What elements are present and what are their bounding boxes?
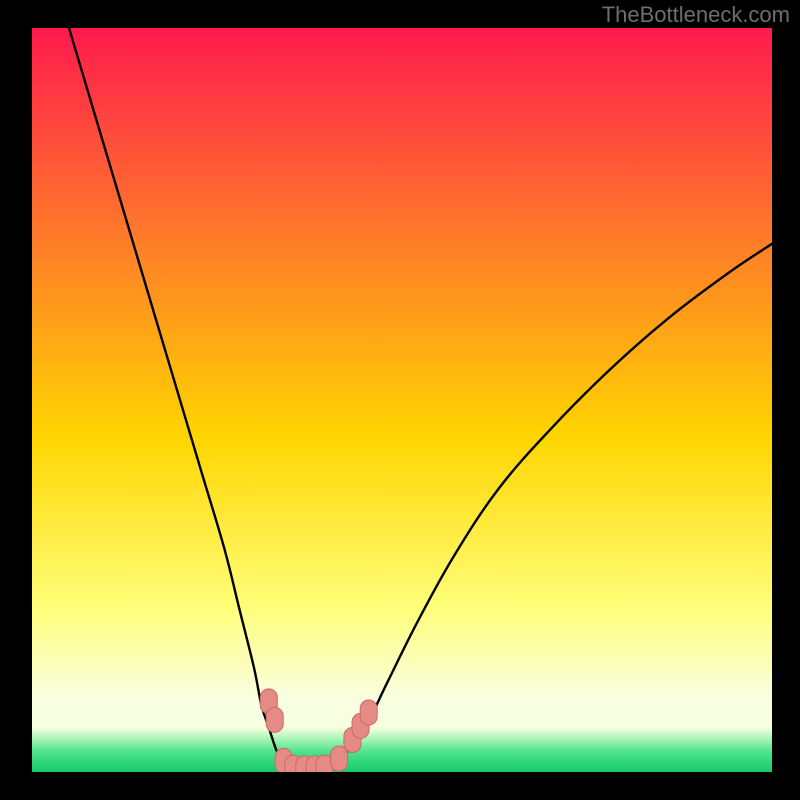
watermark-text: TheBottleneck.com	[602, 2, 790, 28]
plot-area	[32, 28, 772, 772]
data-marker	[266, 707, 283, 732]
chart-frame: TheBottleneck.com	[0, 0, 800, 800]
data-marker	[331, 746, 348, 771]
chart-svg	[32, 28, 772, 772]
data-marker	[360, 700, 377, 725]
green-zone	[32, 727, 772, 772]
gradient-background	[32, 28, 772, 772]
